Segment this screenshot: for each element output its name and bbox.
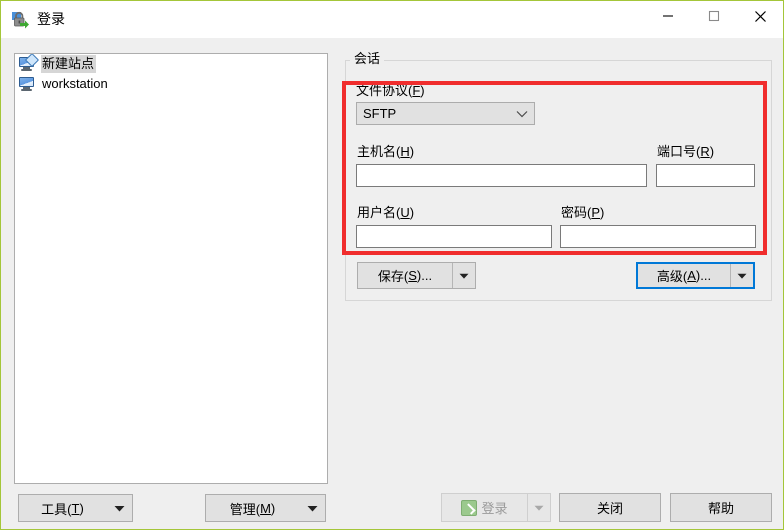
caret-down-icon xyxy=(737,273,747,279)
manage-button[interactable]: 管理(M) xyxy=(205,494,326,522)
close-icon xyxy=(754,10,766,22)
password-input[interactable] xyxy=(560,225,756,248)
close-dialog-button[interactable]: 关闭 xyxy=(559,493,661,522)
tree-item-new-site[interactable]: 新建站点 xyxy=(15,54,327,74)
user-name-input[interactable] xyxy=(356,225,552,248)
maximize-icon xyxy=(708,10,720,22)
manage-button-label: 管理(M) xyxy=(229,500,276,517)
chevron-down-icon xyxy=(510,110,534,118)
host-name-input[interactable] xyxy=(356,164,647,187)
minimize-button[interactable] xyxy=(645,1,691,31)
login-button-label: 登录 xyxy=(442,494,527,521)
tools-button-label: 工具(T) xyxy=(41,500,84,517)
save-dropdown-button[interactable] xyxy=(452,263,475,288)
caret-down-icon xyxy=(299,505,325,512)
login-dialog-window: 登录 新建站点 workstation 会话 文件协议(F) SFTP 主机名(… xyxy=(0,0,784,530)
advanced-dropdown-button[interactable] xyxy=(730,264,753,287)
login-button[interactable]: 登录 xyxy=(441,493,551,522)
port-number-input[interactable] xyxy=(657,165,784,186)
file-protocol-select[interactable]: SFTP xyxy=(356,102,535,125)
port-number-field[interactable] xyxy=(656,164,784,187)
login-arrow-icon xyxy=(461,499,478,516)
save-button[interactable]: 保存(S)... xyxy=(357,262,476,289)
password-label: 密码(P) xyxy=(561,205,605,220)
caret-down-icon xyxy=(106,505,132,512)
tools-button[interactable]: 工具(T) xyxy=(18,494,133,522)
caret-down-icon xyxy=(534,505,544,511)
tree-item-workstation[interactable]: workstation xyxy=(15,74,327,94)
session-group-title: 会话 xyxy=(350,51,385,67)
file-protocol-label: 文件协议(F) xyxy=(356,83,425,98)
window-title: 登录 xyxy=(37,11,65,27)
new-site-icon xyxy=(18,54,40,72)
port-number-label: 端口号(R) xyxy=(657,144,715,159)
save-button-label: 保存(S)... xyxy=(377,268,433,284)
caret-down-icon xyxy=(459,273,469,279)
login-dropdown-button[interactable] xyxy=(527,494,550,521)
close-window-button[interactable] xyxy=(737,1,783,31)
login-lock-icon xyxy=(10,10,30,30)
file-protocol-value: SFTP xyxy=(363,106,397,121)
minimize-icon xyxy=(663,15,673,17)
tree-item-label: workstation xyxy=(42,76,108,91)
advanced-button[interactable]: 高级(A)... xyxy=(636,262,755,289)
user-name-label: 用户名(U) xyxy=(357,205,415,220)
help-button[interactable]: 帮助 xyxy=(670,493,772,522)
tree-item-label: 新建站点 xyxy=(41,55,97,73)
title-bar: 登录 xyxy=(1,1,783,38)
sites-tree-panel[interactable]: 新建站点 workstation xyxy=(14,53,328,484)
site-icon xyxy=(18,76,36,92)
host-name-label: 主机名(H) xyxy=(357,144,415,159)
maximize-button[interactable] xyxy=(691,1,737,31)
advanced-button-label: 高级(A)... xyxy=(656,268,712,284)
